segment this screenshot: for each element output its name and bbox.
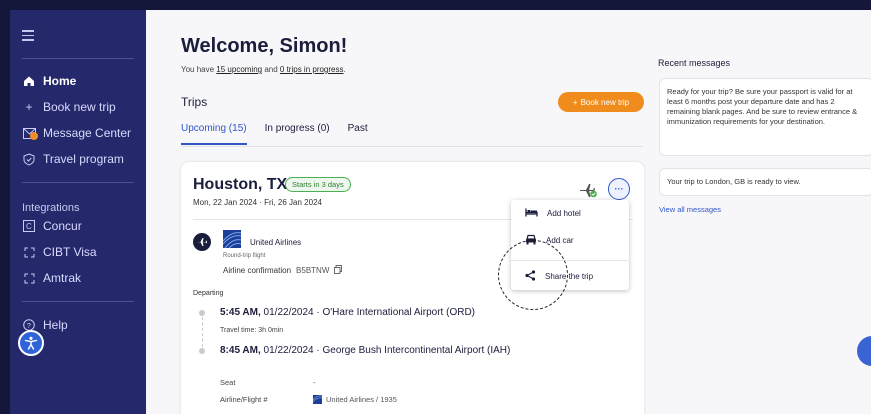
svg-text:C: C [26,222,32,231]
sidebar-item-label: Travel program [43,152,124,166]
menu-item-label: Add hotel [547,209,581,218]
sidebar-item-message-center[interactable]: Message Center [22,126,131,140]
highlight-circle [498,240,568,310]
upcoming-link[interactable]: 15 upcoming [216,65,262,74]
sidebar-item-cibt-visa[interactable]: CIBT Visa [22,245,97,259]
tab-upcoming[interactable]: Upcoming (15) [181,123,247,145]
message-card[interactable]: Ready for your trip? Be sure your passpo… [659,78,871,156]
view-all-messages-link[interactable]: View all messages [659,205,721,214]
tab-past[interactable]: Past [348,123,368,145]
status-badge: Starts in 3 days [285,177,351,192]
departing-label: Departing [193,290,224,297]
arrival-details: 01/22/2024 · George Bush Intercontinenta… [260,345,511,356]
seat-value: - [313,378,316,387]
sidebar-item-home[interactable]: Home [22,74,76,88]
concur-icon: C [22,219,36,233]
sidebar-item-label: Amtrak [43,271,82,285]
message-card[interactable]: Your trip to London, GB is ready to view… [659,168,871,196]
expand-icon [22,245,36,259]
expand-icon [22,271,36,285]
recent-messages-heading: Recent messages [658,58,731,68]
page-title: Welcome, Simon! [181,35,348,57]
arrival-segment: 8:45 AM, 01/22/2024 · George Bush Interc… [220,345,510,356]
flight-number: United Airlines / 1935 [326,395,397,404]
home-icon [22,74,36,88]
trip-tabs: Upcoming (15) In progress (0) Past [181,123,368,145]
copy-icon[interactable] [334,265,343,276]
trip-destination: Houston, TX [193,176,288,193]
integrations-heading: Integrations [22,202,80,214]
shield-check-icon [22,152,36,166]
in-progress-link[interactable]: 0 trips in progress [280,65,344,74]
sidebar-item-label: Home [43,74,77,88]
seat-label: Seat [220,378,236,387]
divider [22,58,134,59]
plus-icon: + [25,100,33,114]
departure-time: 5:45 AM, [220,307,261,318]
more-options-button[interactable]: ··· [608,178,630,200]
airline-name: United Airlines [250,238,302,247]
divider [22,301,134,302]
main-content: Welcome, Simon! You have 15 upcoming and… [146,10,871,414]
confirmation-row: Airline confirmation B5BTNW [223,265,343,276]
trip-dates: Mon, 22 Jan 2024 · Fri, 26 Jan 2024 [193,198,322,207]
sidebar-item-label: Book new trip [43,100,116,114]
flight-value: United Airlines / 1935 [313,395,397,404]
book-new-trip-button[interactable]: + Book new trip [558,92,644,112]
flight-status-icon[interactable] [576,180,600,200]
united-airlines-logo [313,395,322,404]
plus-icon: + [572,97,578,107]
accessibility-icon[interactable] [18,330,44,356]
united-airlines-logo [222,230,242,249]
arrival-time: 8:45 AM, [220,345,261,356]
timeline-dot [199,348,205,354]
menu-item-add-hotel[interactable]: Add hotel [525,208,581,219]
app-frame: Home + Book new trip Message Center Trav… [0,0,871,414]
notification-badge [30,132,38,140]
summary-text: You have [181,65,217,74]
tab-in-progress[interactable]: In progress (0) [265,123,330,145]
bed-icon [525,208,538,219]
summary-text: . [343,65,346,74]
summary-text: and [262,65,280,74]
divider [181,146,643,147]
airplane-icon [193,233,211,251]
sidebar-item-concur[interactable]: C Concur [22,219,82,233]
timeline-dot [199,310,205,316]
sidebar-item-label: Message Center [43,126,132,140]
departure-details: 01/22/2024 · O'Hare International Airpor… [260,307,475,318]
svg-text:?: ? [27,321,31,330]
sidebar-item-travel-program[interactable]: Travel program [22,152,124,166]
sidebar-item-book-new-trip[interactable]: + Book new trip [22,100,116,114]
confirmation-label: Airline confirmation [223,266,292,275]
flight-label: Airline/Flight # [220,395,268,404]
confirmation-code: B5BTNW [296,266,330,275]
sidebar-item-label: Concur [43,219,82,233]
book-button-label: Book new trip [580,97,630,107]
divider [22,182,134,183]
timeline-line [202,317,203,347]
trip-type: Round-trip flight [223,253,266,259]
menu-icon[interactable] [22,30,34,41]
sidebar-item-amtrak[interactable]: Amtrak [22,271,81,285]
trip-summary: You have 15 upcoming and 0 trips in prog… [181,65,346,74]
trips-heading: Trips [181,95,208,109]
sidebar-item-label: Help [43,318,68,332]
departure-segment: 5:45 AM, 01/22/2024 · O'Hare Internation… [220,307,475,318]
travel-time: Travel time: 3h 0min [220,327,284,334]
sidebar-item-label: CIBT Visa [43,245,97,259]
